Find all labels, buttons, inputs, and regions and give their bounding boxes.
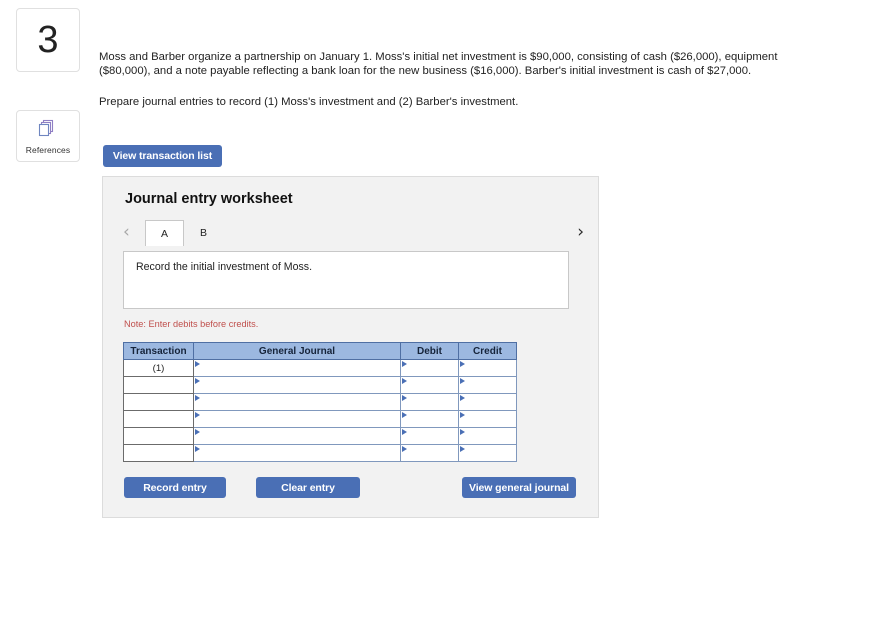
references-label: References	[25, 144, 71, 155]
debits-before-credits-note: Note: Enter debits before credits.	[124, 319, 259, 329]
question-paragraph-2: Prepare journal entries to record (1) Mo…	[99, 96, 519, 109]
cell-transaction	[123, 410, 194, 428]
journal-table-body: (1)	[123, 359, 517, 462]
dropdown-marker-icon	[195, 361, 200, 367]
tab-b[interactable]: B	[184, 220, 223, 245]
table-row	[123, 410, 517, 428]
dropdown-marker-icon	[195, 446, 200, 452]
dropdown-marker-icon	[460, 446, 465, 452]
dropdown-marker-icon	[460, 361, 465, 367]
cell-general-journal[interactable]	[193, 427, 401, 445]
dropdown-marker-icon	[402, 429, 407, 435]
header-general-journal: General Journal	[193, 342, 401, 360]
dropdown-marker-icon	[460, 429, 465, 435]
table-row	[123, 376, 517, 394]
references-button[interactable]: References	[16, 110, 80, 162]
cell-credit[interactable]	[458, 359, 517, 377]
table-row	[123, 393, 517, 411]
header-debit: Debit	[400, 342, 459, 360]
dropdown-marker-icon	[402, 378, 407, 384]
cell-general-journal[interactable]	[193, 376, 401, 394]
table-row	[123, 444, 517, 462]
dropdown-marker-icon	[402, 361, 407, 367]
cell-debit[interactable]	[400, 393, 459, 411]
cell-debit[interactable]	[400, 359, 459, 377]
dropdown-marker-icon	[195, 412, 200, 418]
clear-entry-button[interactable]: Clear entry	[256, 477, 360, 498]
table-header-row: Transaction General Journal Debit Credit	[123, 342, 517, 360]
header-credit: Credit	[458, 342, 517, 360]
cell-debit[interactable]	[400, 410, 459, 428]
cell-transaction: (1)	[123, 359, 194, 377]
cell-transaction	[123, 427, 194, 445]
documents-stack-icon	[38, 118, 58, 143]
cell-debit[interactable]	[400, 444, 459, 462]
tab-a[interactable]: A	[145, 220, 184, 246]
cell-credit[interactable]	[458, 427, 517, 445]
cell-general-journal[interactable]	[193, 359, 401, 377]
tab-a-label: A	[160, 227, 168, 240]
record-entry-button[interactable]: Record entry	[124, 477, 226, 498]
tab-b-label: B	[199, 226, 207, 239]
next-tab-chevron-icon[interactable]: ›	[577, 222, 584, 242]
table-row	[123, 427, 517, 445]
view-general-journal-button[interactable]: View general journal	[462, 477, 576, 498]
cell-credit[interactable]	[458, 376, 517, 394]
worksheet-tab-row: ‹ A B ›	[123, 220, 584, 246]
cell-credit[interactable]	[458, 393, 517, 411]
view-transaction-list-button[interactable]: View transaction list	[103, 145, 222, 167]
cell-general-journal[interactable]	[193, 410, 401, 428]
dropdown-marker-icon	[402, 395, 407, 401]
dropdown-marker-icon	[460, 395, 465, 401]
cell-debit[interactable]	[400, 427, 459, 445]
dropdown-marker-icon	[195, 378, 200, 384]
previous-tab-chevron-icon[interactable]: ‹	[123, 222, 130, 242]
header-transaction: Transaction	[123, 342, 194, 360]
cell-debit[interactable]	[400, 376, 459, 394]
dropdown-marker-icon	[402, 446, 407, 452]
cell-credit[interactable]	[458, 444, 517, 462]
dropdown-marker-icon	[195, 395, 200, 401]
cell-transaction	[123, 444, 194, 462]
cell-general-journal[interactable]	[193, 444, 401, 462]
dropdown-marker-icon	[402, 412, 407, 418]
worksheet-tabs: A B	[145, 220, 223, 246]
cell-credit[interactable]	[458, 410, 517, 428]
cell-transaction	[123, 376, 194, 394]
journal-entry-table: Transaction General Journal Debit Credit…	[123, 342, 517, 462]
worksheet-title: Journal entry worksheet	[125, 191, 293, 207]
dropdown-marker-icon	[460, 378, 465, 384]
question-number: 3	[37, 19, 59, 61]
table-row: (1)	[123, 359, 517, 377]
worksheet-instruction-box: Record the initial investment of Moss.	[123, 251, 569, 309]
question-rail: 3 References	[16, 8, 80, 162]
question-body: Moss and Barber organize a partnership o…	[99, 50, 799, 110]
question-paragraph-1: Moss and Barber organize a partnership o…	[99, 51, 778, 78]
cell-transaction	[123, 393, 194, 411]
question-number-box: 3	[16, 8, 80, 72]
cell-general-journal[interactable]	[193, 393, 401, 411]
dropdown-marker-icon	[195, 429, 200, 435]
worksheet-instruction-text: Record the initial investment of Moss.	[136, 261, 313, 273]
dropdown-marker-icon	[460, 412, 465, 418]
